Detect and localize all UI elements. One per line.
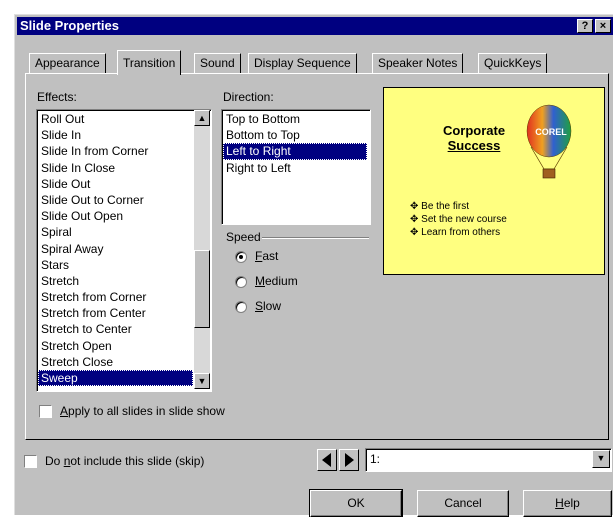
effects-list-item[interactable]: Slide In from Corner	[38, 143, 193, 159]
apply-all-checkbox[interactable]	[39, 405, 52, 418]
tab-display-sequence[interactable]: Display Sequence	[248, 53, 357, 74]
arrow-left-icon	[322, 453, 331, 467]
tab-sound[interactable]: Sound	[194, 53, 241, 74]
radio-medium-label[interactable]: Medium	[255, 274, 298, 288]
direction-list[interactable]: Top to Bottom Bottom to Top Left to Right R…	[221, 109, 371, 225]
svg-text:COREL: COREL	[535, 127, 567, 137]
skip-slide-checkbox[interactable]	[24, 455, 37, 468]
radio-medium[interactable]	[235, 276, 247, 288]
effects-list-item[interactable]: Slide In	[38, 127, 193, 143]
speed-group-line	[262, 237, 369, 239]
balloon-icon: COREL	[526, 104, 572, 179]
effects-list[interactable]: Roll Out Slide In Slide In from Corner Slid…	[36, 109, 212, 392]
effects-list-item[interactable]: Slide In Close	[38, 160, 193, 176]
effects-list-item[interactable]: Stretch Open	[38, 338, 193, 354]
effects-list-item[interactable]: Stretch from Center	[38, 305, 193, 321]
tab-quickkeys[interactable]: QuickKeys	[478, 53, 548, 74]
direction-list-item[interactable]: Bottom to Top	[223, 127, 367, 143]
preview-bullet: ✥ Learn from others	[410, 227, 501, 238]
arrow-right-icon	[345, 453, 354, 467]
effects-scrollbar[interactable]: ▲ ▼	[194, 110, 210, 389]
effects-list-item[interactable]: Stretch	[38, 273, 193, 289]
title-bar: Slide Properties ? ×	[17, 17, 613, 35]
effects-list-item[interactable]: Stretch Close	[38, 354, 193, 370]
slide-properties-dialog: Slide Properties ? × Appearance Transiti…	[14, 14, 613, 517]
skip-slide-label[interactable]: Do not include this slide (skip)	[45, 454, 204, 468]
effects-list-item[interactable]: Sweep	[38, 370, 193, 387]
next-slide-button[interactable]	[339, 449, 359, 471]
tab-speaker-notes[interactable]: Speaker Notes	[372, 53, 464, 74]
preview-title: Corporate Success	[442, 123, 506, 153]
radio-fast[interactable]	[235, 251, 247, 263]
window-title: Slide Properties	[20, 18, 119, 33]
effects-list-item[interactable]: Spiral	[38, 224, 193, 240]
direction-label: Direction:	[223, 90, 274, 104]
effects-list-item[interactable]: Slide Out to Corner	[38, 192, 193, 208]
speed-label: Speed	[226, 230, 261, 244]
background-page-edge	[0, 0, 14, 515]
effects-list-item[interactable]: Roll Out	[38, 111, 193, 127]
radio-slow[interactable]	[235, 301, 247, 313]
direction-list-item[interactable]: Top to Bottom	[223, 111, 367, 127]
effects-list-item[interactable]: Stretch from Corner	[38, 289, 193, 305]
effects-list-item[interactable]: Stars	[38, 257, 193, 273]
radio-slow-label[interactable]: Slow	[255, 299, 281, 313]
direction-list-item[interactable]: Left to Right	[223, 143, 367, 160]
slide-select[interactable]: 1: ▼	[365, 448, 612, 472]
apply-all-label[interactable]: Apply to all slides in slide show	[60, 404, 225, 418]
radio-fast-label[interactable]: Fast	[255, 249, 278, 263]
tab-transition[interactable]: Transition	[117, 50, 182, 75]
preview-bullets: ✥ Be the first ✥ Set the new course ✥ Le…	[410, 200, 507, 239]
scroll-thumb[interactable]	[194, 250, 210, 328]
transition-preview: Corporate Success COREL ✥ Be the first ✥…	[383, 87, 605, 275]
previous-slide-button[interactable]	[317, 449, 337, 471]
help-icon[interactable]: ?	[577, 19, 593, 33]
effects-list-item[interactable]: Slide Out	[38, 176, 193, 192]
chevron-down-icon[interactable]: ▼	[592, 450, 610, 468]
close-icon[interactable]: ×	[595, 19, 611, 33]
effects-list-item[interactable]: Stretch to Center	[38, 321, 193, 337]
scroll-up-icon[interactable]: ▲	[194, 110, 210, 126]
tab-appearance[interactable]: Appearance	[29, 53, 106, 74]
scroll-down-icon[interactable]: ▼	[194, 373, 210, 389]
ok-button[interactable]: OK	[309, 489, 403, 517]
preview-bullet: ✥ Set the new course	[410, 214, 507, 225]
cancel-button[interactable]: Cancel	[417, 490, 509, 517]
effects-list-item[interactable]: Slide Out Open	[38, 208, 193, 224]
direction-list-item[interactable]: Right to Left	[223, 160, 367, 176]
effects-label: Effects:	[37, 90, 77, 104]
help-button[interactable]: Help	[523, 490, 612, 517]
preview-bullet: ✥ Be the first	[410, 201, 469, 212]
slide-select-value: 1:	[370, 452, 381, 466]
effects-list-item[interactable]: Spiral Away	[38, 241, 193, 257]
